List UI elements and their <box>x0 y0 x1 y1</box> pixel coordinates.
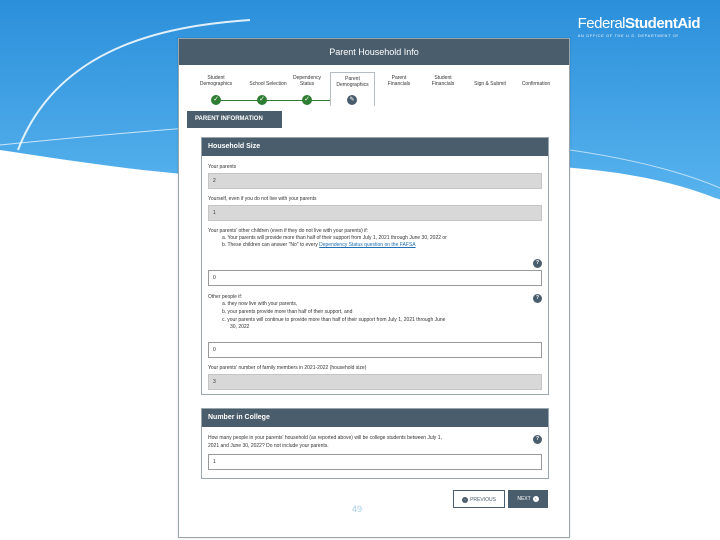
check-icon: ✓ <box>257 95 267 105</box>
form-window: Parent Household Info Student Demographi… <box>178 38 570 538</box>
other-people-label: Other people if: <box>208 294 243 300</box>
other-people-condition-a: a. they now live with your parents, <box>222 301 298 307</box>
college-question-line-2: 2021 and June 30, 2022? Do not include y… <box>208 443 329 449</box>
condition-text: b. These children can answer "No" to eve… <box>222 242 320 248</box>
step-student-financials[interactable]: Student Financials <box>424 75 462 87</box>
brand-name-thin: Federal <box>577 15 626 32</box>
other-children-label: Your parents' other children (even if th… <box>208 228 369 234</box>
number-in-college-input[interactable]: 1 <box>208 454 542 470</box>
federal-student-aid-logo: FederalStudentAid AN OFFICE OF THE U.S. … <box>577 15 701 39</box>
pencil-icon: ✎ <box>347 95 357 105</box>
previous-button[interactable]: ‹ PREVIOUS <box>453 490 505 508</box>
college-question-line-1: How many people in your parents' househo… <box>208 435 442 441</box>
parents-field: 2 <box>208 173 542 189</box>
family-members-label: Your parents' number of family members i… <box>208 365 367 371</box>
step-label: Parent Financials <box>387 75 411 87</box>
step-confirmation[interactable]: Confirmation <box>516 81 556 87</box>
brand-name-bold: StudentAid <box>625 15 701 32</box>
other-children-input[interactable]: 0 <box>208 270 542 286</box>
section-tab-parent-information: PARENT INFORMATION <box>187 111 282 128</box>
dependency-status-link[interactable]: Dependency Status question on the FAFSA <box>319 242 415 248</box>
step-label: Sign & Submit <box>474 81 506 87</box>
help-icon[interactable]: ? <box>533 435 542 444</box>
help-icon[interactable]: ? <box>533 259 542 268</box>
step-sign-submit[interactable]: Sign & Submit <box>470 81 510 87</box>
other-children-condition-b: b. These children can answer "No" to eve… <box>222 242 416 248</box>
window-title: Parent Household Info <box>179 39 569 65</box>
number-in-college-card: Number in College How many people in you… <box>201 408 549 479</box>
household-size-card: Household Size Your parents 2 Yourself, … <box>201 137 549 395</box>
other-people-condition-c-cont: 30, 2022 <box>230 324 250 330</box>
step-label: Dependency Status <box>292 75 322 87</box>
other-people-condition-c: c. your parents will continue to provide… <box>222 317 446 323</box>
step-dependency-status[interactable]: Dependency Status <box>288 75 326 87</box>
step-label: Student Financials <box>431 75 455 87</box>
yourself-label: Yourself, even if you do not live with y… <box>208 196 317 202</box>
check-icon: ✓ <box>211 95 221 105</box>
chevron-right-icon: › <box>532 495 539 502</box>
brand-tagline: AN OFFICE OF THE U.S. DEPARTMENT OF EDUC… <box>577 33 678 38</box>
slide-number: 49 <box>352 504 363 514</box>
step-label: Parent Demographics <box>336 76 369 88</box>
step-label: Confirmation <box>521 81 551 87</box>
next-label: NEXT <box>517 496 531 502</box>
help-icon[interactable]: ? <box>533 294 542 303</box>
step-student-demographics[interactable]: Student Demographics <box>194 75 238 87</box>
other-people-condition-b: b. your parents provide more than half o… <box>222 309 353 315</box>
step-parent-financials[interactable]: Parent Financials <box>380 75 418 87</box>
parents-label: Your parents <box>208 164 237 170</box>
card-title: Number in College <box>202 409 548 427</box>
chevron-left-icon: ‹ <box>462 496 469 503</box>
progress-steps: Student Demographics ✓ School Selection … <box>184 72 562 106</box>
other-children-condition-a: a. Your parents will provide more than h… <box>222 235 447 241</box>
step-school-selection[interactable]: School Selection <box>242 81 294 87</box>
next-button[interactable]: NEXT › <box>508 490 548 508</box>
previous-label: PREVIOUS <box>470 497 496 503</box>
card-title: Household Size <box>202 138 548 156</box>
step-label: School Selection <box>249 81 287 87</box>
family-members-field: 3 <box>208 374 542 390</box>
other-people-input[interactable]: 0 <box>208 342 542 358</box>
check-icon: ✓ <box>302 95 312 105</box>
yourself-field: 1 <box>208 205 542 221</box>
step-label: Student Demographics <box>199 75 233 87</box>
